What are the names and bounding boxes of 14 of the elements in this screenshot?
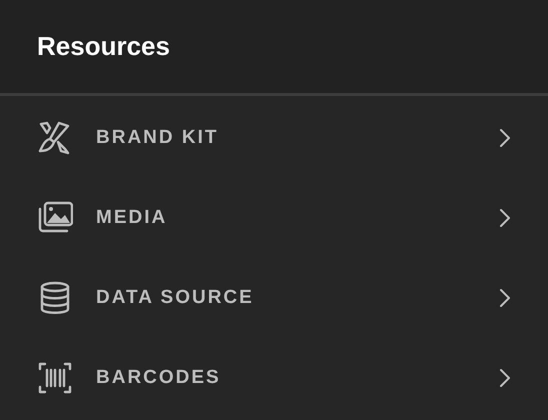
chevron-icon: [499, 288, 511, 308]
item-label: MEDIA: [96, 207, 168, 229]
panel-title: Resources: [37, 31, 170, 62]
chevron-icon: [499, 128, 511, 148]
resource-item[interactable]: MEDIA: [0, 178, 548, 258]
barcode-icon: [37, 360, 73, 396]
item-label: BARCODES: [96, 367, 222, 389]
resource-item[interactable]: BRAND KIT: [0, 98, 548, 178]
chevron-icon: [499, 208, 511, 228]
resource-item[interactable]: BARCODES: [0, 338, 548, 418]
chevron-icon: [499, 368, 511, 388]
resource-item[interactable]: DATA SOURCE: [0, 258, 548, 338]
item-label: DATA SOURCE: [96, 287, 255, 309]
item-label: BRAND KIT: [96, 127, 220, 149]
